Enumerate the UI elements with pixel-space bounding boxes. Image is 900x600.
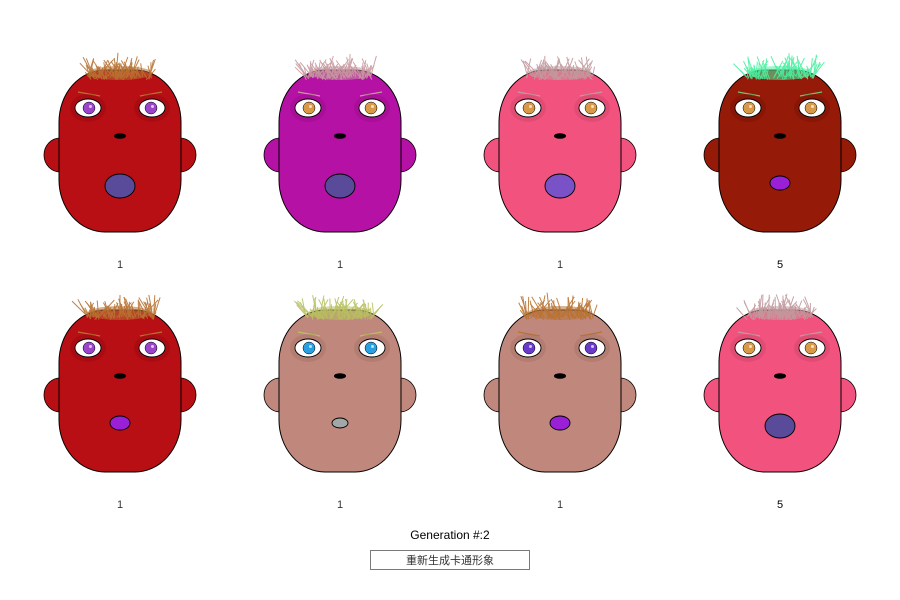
hair-strand bbox=[360, 309, 363, 320]
nose bbox=[334, 133, 346, 139]
right-glint bbox=[811, 345, 814, 348]
face-8-score: 5 bbox=[776, 499, 784, 511]
face-6 bbox=[263, 295, 417, 473]
head bbox=[58, 309, 182, 473]
right-iris bbox=[804, 101, 818, 115]
nose bbox=[114, 133, 126, 139]
face-7-score: 1 bbox=[556, 499, 564, 511]
mouth bbox=[769, 175, 791, 191]
left-iris bbox=[82, 341, 96, 355]
left-glint bbox=[529, 105, 532, 108]
right-iris bbox=[144, 101, 158, 115]
right-iris bbox=[144, 341, 158, 355]
nose bbox=[114, 373, 126, 379]
right-iris bbox=[804, 341, 818, 355]
head bbox=[498, 309, 622, 473]
right-iris bbox=[364, 101, 378, 115]
hair-strand bbox=[592, 304, 598, 317]
head bbox=[498, 69, 622, 233]
regenerate-button[interactable]: 重新生成卡通形象 bbox=[370, 550, 530, 570]
face-5-score: 1 bbox=[116, 499, 124, 511]
left-glint bbox=[749, 345, 752, 348]
generation-label: Generation #:2 bbox=[410, 528, 490, 542]
head bbox=[278, 309, 402, 473]
right-glint bbox=[371, 105, 374, 108]
left-iris bbox=[82, 101, 96, 115]
left-glint bbox=[89, 105, 92, 108]
left-glint bbox=[309, 345, 312, 348]
hair-strand bbox=[774, 296, 777, 318]
right-glint bbox=[371, 345, 374, 348]
right-glint bbox=[151, 105, 154, 108]
face-4-score: 5 bbox=[776, 259, 784, 271]
face-2-score: 1 bbox=[336, 259, 344, 271]
mouth bbox=[331, 417, 349, 429]
right-iris bbox=[584, 101, 598, 115]
left-glint bbox=[749, 105, 752, 108]
mouth bbox=[104, 173, 136, 199]
face-1-score: 1 bbox=[116, 259, 124, 271]
right-glint bbox=[811, 105, 814, 108]
head bbox=[58, 69, 182, 233]
nose bbox=[334, 373, 346, 379]
left-iris bbox=[742, 101, 756, 115]
face-3 bbox=[483, 55, 637, 233]
face-2 bbox=[263, 54, 417, 233]
nose bbox=[554, 133, 566, 139]
face-7 bbox=[483, 292, 637, 473]
mouth bbox=[544, 173, 576, 199]
mouth bbox=[549, 415, 571, 431]
left-iris bbox=[302, 341, 316, 355]
right-glint bbox=[591, 345, 594, 348]
hair-strand bbox=[758, 298, 761, 318]
face-3-score: 1 bbox=[556, 259, 564, 271]
left-iris bbox=[302, 101, 316, 115]
mouth bbox=[764, 413, 796, 439]
right-iris bbox=[364, 341, 378, 355]
left-iris bbox=[522, 341, 536, 355]
right-iris bbox=[584, 341, 598, 355]
left-glint bbox=[89, 345, 92, 348]
hair-strand bbox=[370, 307, 372, 319]
head bbox=[718, 69, 842, 233]
nose bbox=[774, 133, 786, 139]
nose bbox=[554, 373, 566, 379]
face-4 bbox=[703, 53, 857, 233]
face-1 bbox=[43, 52, 197, 233]
right-glint bbox=[591, 105, 594, 108]
mouth bbox=[109, 415, 131, 431]
head bbox=[278, 69, 402, 233]
left-glint bbox=[529, 345, 532, 348]
mouth bbox=[324, 173, 356, 199]
face-8 bbox=[703, 293, 857, 473]
right-glint bbox=[151, 345, 154, 348]
face-5 bbox=[43, 294, 197, 473]
head bbox=[718, 309, 842, 473]
nose bbox=[774, 373, 786, 379]
left-iris bbox=[742, 341, 756, 355]
left-iris bbox=[522, 101, 536, 115]
left-glint bbox=[309, 105, 312, 108]
face-6-score: 1 bbox=[336, 499, 344, 511]
hair-strand bbox=[527, 296, 530, 320]
